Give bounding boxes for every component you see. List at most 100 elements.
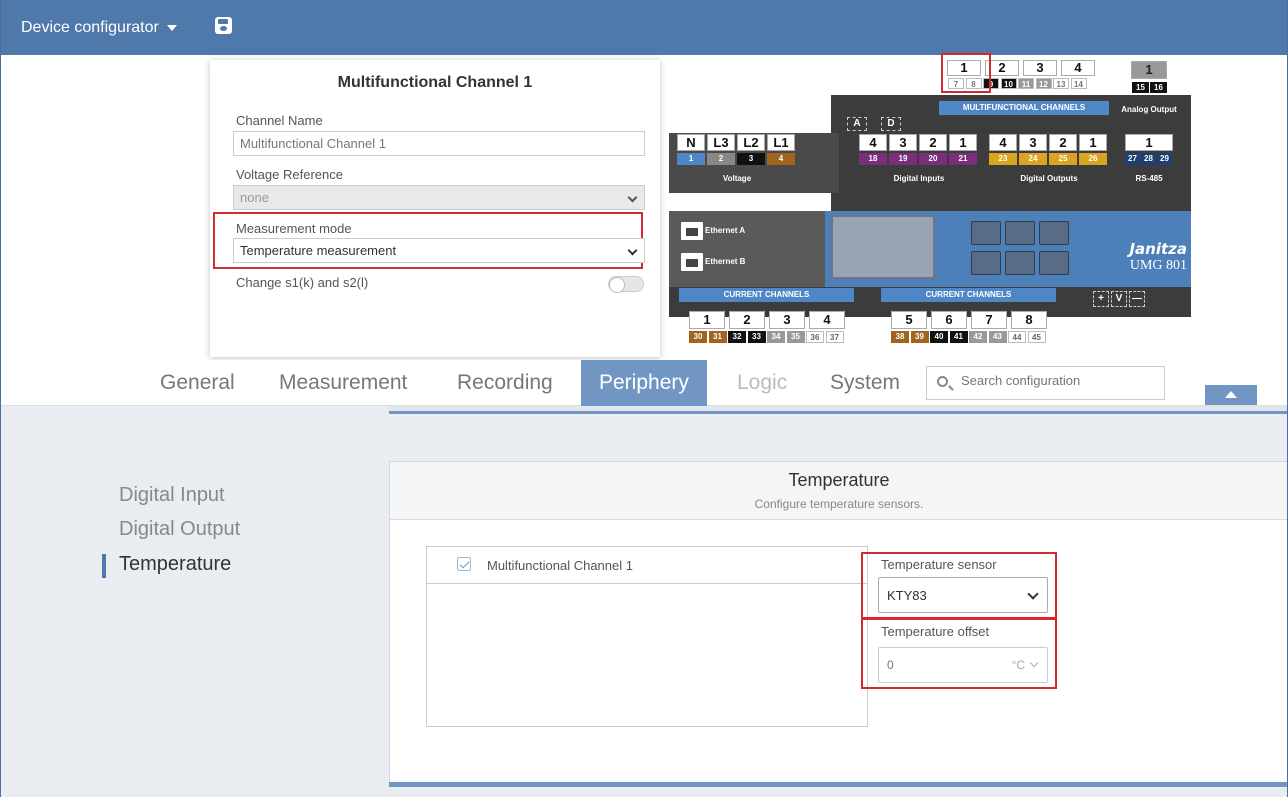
cc1-terminal: 32 [728,331,746,343]
ad-symbol: A [847,117,867,131]
voltage-number[interactable]: L1 [767,134,795,151]
din-number[interactable]: 4 [859,134,887,151]
dout-number[interactable]: 2 [1049,134,1077,151]
temperature-offset-field[interactable]: 0 °C [878,647,1048,683]
dout-number[interactable]: 3 [1019,134,1047,151]
tab-periphery[interactable]: Periphery [581,360,707,406]
device-key-4 [971,251,1001,275]
dout-number[interactable]: 4 [989,134,1017,151]
voltage-label: Voltage [722,174,752,183]
cc1-number[interactable]: 2 [729,311,765,329]
list-item[interactable]: Multifunctional Channel 1 [427,547,867,584]
tab-measurement[interactable]: Measurement [279,360,407,406]
temperature-sensor-select[interactable]: KTY83 [878,577,1048,613]
cc2-terminal: 44 [1008,331,1026,343]
cc1-terminal: 33 [747,331,766,343]
rs485-number[interactable]: 1 [1125,134,1173,151]
mf1-highlight [941,53,991,93]
card-header: Temperature Configure temperature sensor… [390,462,1287,520]
cc2-terminal: 45 [1027,331,1046,343]
search-icon [937,376,948,387]
dout-number[interactable]: 1 [1079,134,1107,151]
rs485-label: RS-485 [1135,174,1163,183]
search-box[interactable] [926,366,1165,400]
voltage-terminal: 2 [707,153,735,165]
cc1-number[interactable]: 4 [809,311,845,329]
temperature-offset-label: Temperature offset [881,624,990,639]
device-model: UMG 801 [1129,258,1187,273]
tab-general[interactable]: General [160,360,235,406]
sidebar-item-temperature[interactable]: Temperature [119,553,231,576]
voltage-reference-value: none [240,190,269,205]
cc2-terminal: 39 [910,331,929,343]
collapse-button[interactable] [1205,385,1257,405]
analog-number[interactable]: 1 [1131,61,1167,79]
dout-terminal: 26 [1079,153,1107,165]
tab-system[interactable]: System [830,360,900,406]
save-icon[interactable] [215,17,232,34]
din-terminal: 21 [949,153,977,165]
tab-recording[interactable]: Recording [457,360,553,406]
device-key-5 [1005,251,1035,275]
din-number[interactable]: 2 [919,134,947,151]
cc1-number[interactable]: 3 [769,311,805,329]
change-s1-s2-label: Change s1(k) and s2(l) [236,275,369,290]
voltage-terminal: 4 [767,153,795,165]
cc1-number[interactable]: 1 [689,311,725,329]
measurement-mode-select[interactable]: Temperature measurement [233,238,645,263]
voltage-number[interactable]: L2 [737,134,765,151]
analog-terminal: 15 [1132,82,1149,93]
device-brand: Janitza [1129,240,1187,258]
din-terminal: 19 [889,153,917,165]
din-number[interactable]: 3 [889,134,917,151]
cc2-number[interactable]: 6 [931,311,967,329]
mf-label: MULTIFUNCTIONAL CHANNELS [939,101,1109,115]
cc2-number[interactable]: 5 [891,311,927,329]
cc1-terminal: 31 [708,331,727,343]
top-bar: Device configurator [1,0,1287,55]
voltage-number[interactable]: L3 [707,134,735,151]
mf-channel-number[interactable]: 3 [1023,60,1057,76]
mf-terminal: 12 [1035,78,1052,89]
channel-name-label: Channel Name [236,113,323,128]
voltage-number[interactable]: N [677,134,705,151]
din-number[interactable]: 1 [949,134,977,151]
cc1-terminal: 34 [767,331,785,343]
mf-terminal: 14 [1070,78,1087,89]
ethernet-b-port-icon [681,253,703,271]
temperature-sensor-label: Temperature sensor [881,557,997,572]
temperature-unit[interactable]: °C [1012,658,1025,672]
tab-logic[interactable]: Logic [737,360,787,406]
chevron-down-icon [627,192,638,203]
cc2-terminal: 41 [949,331,968,343]
device-key-3 [1039,221,1069,245]
sidebar-item-digital-output[interactable]: Digital Output [119,518,240,541]
chevron-down-icon[interactable] [166,24,177,31]
rs485-terminal: 29 [1157,153,1172,165]
mf-channel-number[interactable]: 4 [1061,60,1095,76]
pvm-symbol: + [1093,291,1109,307]
ethernet-b-label: Ethernet B [705,257,746,266]
device-display [831,215,935,279]
change-s1-s2-toggle[interactable] [608,276,644,293]
card-bottom-bar [389,782,1287,787]
analog-terminal: 16 [1150,82,1167,93]
analog-label: Analog Output [1121,105,1177,114]
current-channels-label-1: CURRENT CHANNELS [679,288,854,302]
checkbox-checked-icon[interactable] [457,557,471,571]
sidebar-item-digital-input[interactable]: Digital Input [119,484,225,507]
voltage-reference-select: none [233,185,645,210]
measurement-mode-value: Temperature measurement [240,243,397,258]
dout-terminal: 25 [1049,153,1077,165]
search-input[interactable] [961,373,1161,388]
current-channels-label-2: CURRENT CHANNELS [881,288,1056,302]
pvm-symbol: — [1129,291,1145,307]
cc2-number[interactable]: 8 [1011,311,1047,329]
cc1-terminal: 37 [825,331,844,343]
temperature-offset-value: 0 [887,658,894,672]
cc2-number[interactable]: 7 [971,311,1007,329]
channel-name-field[interactable]: Multifunctional Channel 1 [233,131,645,156]
app-title[interactable]: Device configurator [21,19,159,37]
cc2-terminal: 38 [891,331,909,343]
cc1-terminal: 30 [689,331,707,343]
